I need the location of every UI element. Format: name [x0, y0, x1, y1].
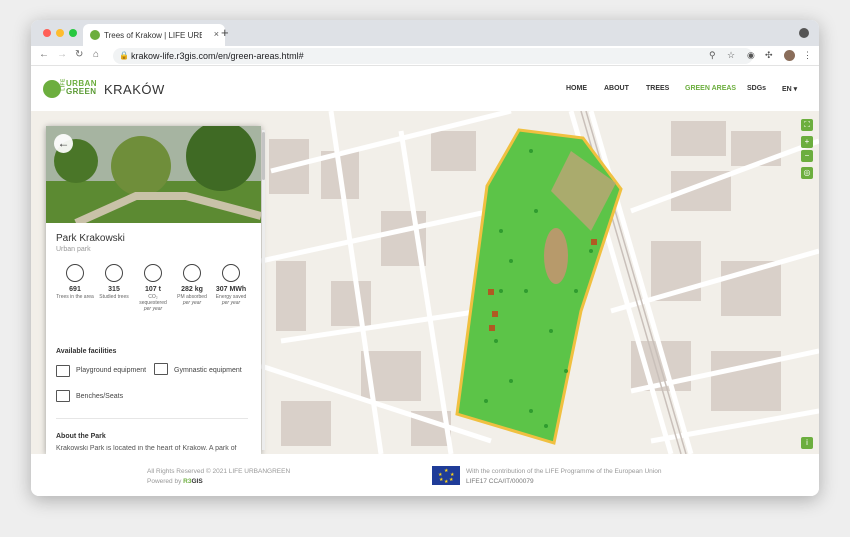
browser-toolbar: ← → ↻ ⌂ 🔒 krakow-life.r3gis.com/en/green…: [31, 46, 819, 66]
logo-word-life: LIFE: [60, 78, 67, 91]
maximize-window-button[interactable]: [69, 29, 77, 37]
nav-sdgs[interactable]: SDGs: [747, 85, 766, 92]
zoom-out-button[interactable]: −: [801, 150, 813, 162]
extension-icon[interactable]: ◉: [747, 50, 755, 61]
nav-trees[interactable]: TREES: [646, 85, 669, 92]
more-menu-icon[interactable]: ⋮: [803, 50, 812, 61]
scrollbar-thumb[interactable]: [262, 132, 265, 180]
zoom-in-button[interactable]: +: [801, 136, 813, 148]
forward-arrow-icon[interactable]: →: [57, 49, 67, 60]
language-selector[interactable]: EN ▾: [782, 85, 797, 93]
leaf-logo-icon[interactable]: [43, 80, 61, 98]
new-tab-button[interactable]: +: [221, 25, 229, 40]
city-title: KRAKÓW: [104, 82, 165, 97]
copyright-text: All Rights Reserved © 2021 LIFE URBANGRE…: [147, 468, 291, 475]
park-type: Urban park: [56, 246, 91, 253]
site-header: URBAN GREEN LIFE KRAKÓW HOME ABOUT TREES…: [31, 67, 819, 111]
locate-button[interactable]: ◎: [801, 167, 813, 179]
browser-tab[interactable]: Trees of Krakow | LIFE URBANGREEN ×: [83, 24, 225, 46]
section-divider: [56, 418, 248, 419]
zoom-icon[interactable]: ⚲: [709, 50, 716, 61]
cloud-co2-icon: [144, 264, 162, 282]
address-bar[interactable]: 🔒 krakow-life.r3gis.com/en/green-areas.h…: [113, 48, 753, 64]
tree-icon: [105, 264, 123, 282]
project-code: LIFE17 CCA/IT/000079: [466, 478, 534, 485]
minimize-window-button[interactable]: [56, 29, 64, 37]
map-info-button[interactable]: i: [801, 437, 813, 449]
nav-green-areas[interactable]: GREEN AREAS: [685, 85, 736, 92]
site-footer: All Rights Reserved © 2021 LIFE URBANGRE…: [31, 454, 819, 496]
park-field: [544, 228, 568, 284]
back-arrow-icon[interactable]: ←: [39, 49, 49, 60]
close-window-button[interactable]: [43, 29, 51, 37]
r3gis-link[interactable]: R3GIS: [183, 478, 203, 485]
playground-icon: [56, 365, 70, 377]
tab-close-icon[interactable]: ×: [214, 29, 219, 39]
url-text[interactable]: krakow-life.r3gis.com/en/green-areas.htm…: [131, 51, 304, 61]
lock-icon: 🔒: [119, 51, 129, 60]
browser-window: Trees of Krakow | LIFE URBANGREEN × + ← …: [31, 20, 819, 496]
powered-by: Powered by R3GIS: [147, 478, 203, 485]
about-text: Krakowski Park is located in the heart o…: [56, 445, 237, 452]
home-icon[interactable]: ⌂: [93, 49, 99, 60]
energy-icon: [222, 264, 240, 282]
park-detail-panel: ← Park Krakowski Urban park 691 Trees in…: [46, 126, 261, 454]
eu-flag-icon: ★ ★ ★ ★ ★ ★: [432, 466, 460, 485]
park-name: Park Krakowski: [56, 233, 125, 244]
panel-scrollbar[interactable]: [262, 130, 265, 450]
facility-playground: Playground equipment: [76, 367, 147, 374]
browser-tab-bar: Trees of Krakow | LIFE URBANGREEN × +: [31, 20, 819, 46]
nav-about[interactable]: ABOUT: [604, 85, 629, 92]
bench-icon: [56, 390, 70, 402]
facilities-title: Available facilities: [56, 348, 117, 355]
gymnastic-icon: [154, 363, 168, 375]
site-logo[interactable]: URBAN GREEN LIFE: [61, 78, 97, 96]
factory-pm-icon: [183, 264, 201, 282]
tab-title: Trees of Krakow | LIFE URBANGREEN: [104, 31, 202, 40]
puzzle-extension-icon[interactable]: ✣: [765, 50, 773, 61]
back-button[interactable]: ←: [54, 134, 73, 153]
facility-benches: Benches/Seats: [76, 393, 124, 400]
profile-avatar[interactable]: [784, 50, 795, 61]
trees-icon: [66, 264, 84, 282]
nav-home[interactable]: HOME: [566, 85, 587, 92]
fullscreen-button[interactable]: ⛶: [801, 119, 813, 131]
tree-favicon-icon: [90, 30, 100, 40]
about-title: About the Park: [56, 433, 106, 440]
browser-menu-icon[interactable]: [799, 28, 809, 38]
eu-contribution-text: With the contribution of the LIFE Progra…: [466, 468, 662, 475]
facility-gymnastic: Gymnastic equipment: [174, 367, 242, 374]
bookmark-star-icon[interactable]: ☆: [727, 50, 735, 61]
reload-icon[interactable]: ↻: [75, 49, 83, 60]
logo-word-green: GREEN: [66, 87, 97, 96]
park-photo: ←: [46, 126, 261, 223]
